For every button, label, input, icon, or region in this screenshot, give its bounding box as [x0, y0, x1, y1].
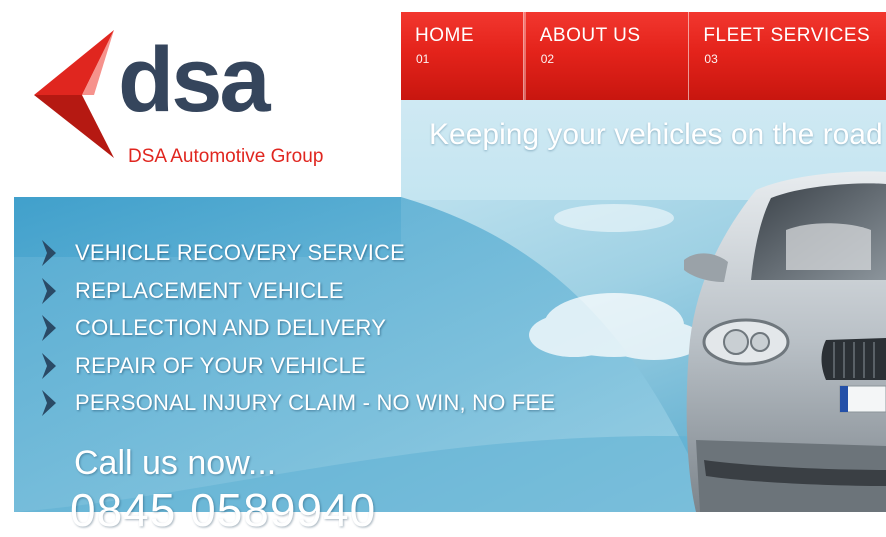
service-label: REPAIR OF YOUR VEHICLE — [75, 352, 366, 378]
nav-item-label: HOME — [415, 25, 474, 46]
nav-item-label: ABOUT US — [539, 25, 641, 46]
logo-card[interactable]: dsa DSA Automotive Group — [0, 0, 401, 197]
chevron-right-icon — [42, 390, 56, 416]
service-label: VEHICLE RECOVERY SERVICE — [75, 240, 406, 265]
logo-subtitle: DSA Automotive Group — [128, 146, 324, 167]
phone-number[interactable]: 0845 0589940 — [70, 483, 376, 537]
service-label: PERSONAL INJURY CLAIM - NO WIN, NO FEE — [75, 390, 556, 415]
call-us-heading: Call us now... — [74, 444, 277, 482]
nav-item-number: 03 — [704, 52, 718, 66]
service-label: REPLACEMENT VEHICLE — [75, 277, 344, 303]
nav-item-number: 02 — [540, 52, 555, 66]
chevron-right-icon — [42, 315, 56, 341]
service-label: COLLECTION AND DELIVERY — [75, 315, 387, 340]
chevron-right-icon — [42, 240, 56, 266]
nav-item-label: FLEET SERVICES — [703, 25, 871, 46]
nav-item-number: 01 — [416, 52, 430, 66]
chevron-right-icon — [42, 352, 56, 379]
nav-item-about-us[interactable]: ABOUT US 02 — [523, 12, 690, 100]
main-nav: HOME 01 ABOUT US 02 FLEET SERVICES 03 — [401, 12, 886, 100]
car-image — [684, 171, 886, 512]
dsa-logo-arrow-icon — [34, 30, 114, 158]
nav-item-fleet-services[interactable]: FLEET SERVICES 03 — [689, 12, 886, 100]
chevron-right-icon — [42, 277, 56, 304]
logo-wordmark: dsa — [118, 29, 271, 131]
nav-item-home[interactable]: HOME 01 — [401, 12, 524, 100]
hero-tagline: Keeping your vehicles on the road — [429, 118, 883, 151]
